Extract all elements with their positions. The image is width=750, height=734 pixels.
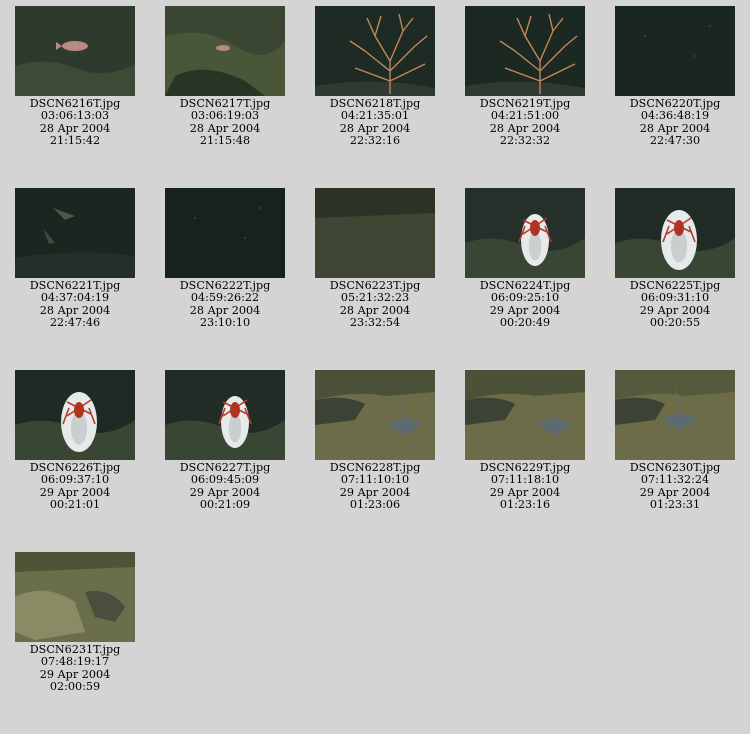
- thumbnail-image[interactable]: [15, 188, 135, 278]
- gallery-item: DSCN6227T.jpg 06:09:45:09 29 Apr 2004 00:21…: [155, 370, 295, 512]
- clock-time-label: 23:32:54: [349, 316, 401, 330]
- thumbnail-caption: DSCN6222T.jpg 04:59:26:22 28 Apr 2004 23:10…: [155, 279, 295, 330]
- thumbnail-image[interactable]: [615, 188, 735, 278]
- thumbnail-image[interactable]: [15, 552, 135, 642]
- clock-time-label: 22:47:46: [49, 316, 101, 330]
- elapsed-time-label: 06:09:45:09: [190, 473, 260, 487]
- gallery-item: DSCN6229T.jpg 07:11:18:10 29 Apr 2004 01:23…: [455, 370, 595, 512]
- elapsed-time-label: 06:09:37:10: [40, 473, 110, 487]
- thumbnail-image[interactable]: [615, 370, 735, 460]
- thumbnail-caption: DSCN6230T.jpg 07:11:32:24 29 Apr 2004 01:23…: [605, 461, 745, 512]
- thumbnail-caption: DSCN6219T.jpg 04:21:51:00 28 Apr 2004 22:32…: [455, 97, 595, 148]
- gallery-item: DSCN6222T.jpg 04:59:26:22 28 Apr 2004 23:10…: [155, 188, 295, 330]
- gallery-item: DSCN6231T.jpg 07:48:19:17 29 Apr 2004 02:00…: [5, 552, 145, 694]
- elapsed-time-label: 04:36:48:19: [640, 109, 710, 123]
- gallery-item: DSCN6216T.jpg 03:06:13:03 28 Apr 2004 21:15…: [5, 6, 145, 148]
- clock-time-label: 00:21:09: [199, 498, 251, 512]
- clock-time-label: 22:47:30: [649, 134, 701, 148]
- thumbnail-image[interactable]: [315, 6, 435, 96]
- clock-time-label: 21:15:42: [49, 134, 101, 148]
- elapsed-time-label: 03:06:19:03: [190, 109, 260, 123]
- thumbnail-caption: DSCN6221T.jpg 04:37:04:19 28 Apr 2004 22:47…: [5, 279, 145, 330]
- thumbnail-image[interactable]: [15, 6, 135, 96]
- gallery-item: DSCN6218T.jpg 04:21:35:01 28 Apr 2004 22:32…: [305, 6, 445, 148]
- clock-time-label: 22:32:32: [499, 134, 551, 148]
- clock-time-label: 00:20:55: [649, 316, 701, 330]
- gallery-item: DSCN6230T.jpg 07:11:32:24 29 Apr 2004 01:23…: [605, 370, 745, 512]
- thumbnail-caption: DSCN6223T.jpg 05:21:32:23 28 Apr 2004 23:32…: [305, 279, 445, 330]
- thumbnail-caption: DSCN6226T.jpg 06:09:37:10 29 Apr 2004 00:21…: [5, 461, 145, 512]
- thumbnail-caption: DSCN6218T.jpg 04:21:35:01 28 Apr 2004 22:32…: [305, 97, 445, 148]
- thumbnail-image[interactable]: [165, 6, 285, 96]
- clock-time-label: 21:15:48: [199, 134, 251, 148]
- gallery-item: DSCN6225T.jpg 06:09:31:10 29 Apr 2004 00:20…: [605, 188, 745, 330]
- elapsed-time-label: 04:37:04:19: [40, 291, 110, 305]
- thumbnail-caption: DSCN6225T.jpg 06:09:31:10 29 Apr 2004 00:20…: [605, 279, 745, 330]
- thumbnail-caption: DSCN6229T.jpg 07:11:18:10 29 Apr 2004 01:23…: [455, 461, 595, 512]
- thumbnail-caption: DSCN6220T.jpg 04:36:48:19 28 Apr 2004 22:47…: [605, 97, 745, 148]
- thumbnail-image[interactable]: [615, 6, 735, 96]
- elapsed-time-label: 04:21:35:01: [340, 109, 410, 123]
- clock-time-label: 23:10:10: [199, 316, 251, 330]
- elapsed-time-label: 07:11:10:10: [340, 473, 410, 487]
- clock-time-label: 01:23:06: [349, 498, 401, 512]
- gallery-item: DSCN6221T.jpg 04:37:04:19 28 Apr 2004 22:47…: [5, 188, 145, 330]
- gallery-item: DSCN6220T.jpg 04:36:48:19 28 Apr 2004 22:47…: [605, 6, 745, 148]
- gallery-item: DSCN6228T.jpg 07:11:10:10 29 Apr 2004 01:23…: [305, 370, 445, 512]
- thumbnail-image[interactable]: [465, 370, 585, 460]
- elapsed-time-label: 05:21:32:23: [340, 291, 410, 305]
- gallery-item: DSCN6223T.jpg 05:21:32:23 28 Apr 2004 23:32…: [305, 188, 445, 330]
- elapsed-time-label: 04:21:51:00: [490, 109, 560, 123]
- thumbnail-image[interactable]: [165, 188, 285, 278]
- elapsed-time-label: 06:09:31:10: [640, 291, 710, 305]
- clock-time-label: 01:23:16: [499, 498, 551, 512]
- thumbnail-image[interactable]: [165, 370, 285, 460]
- elapsed-time-label: 07:11:32:24: [640, 473, 710, 487]
- elapsed-time-label: 03:06:13:03: [40, 109, 110, 123]
- gallery-item: DSCN6226T.jpg 06:09:37:10 29 Apr 2004 00:21…: [5, 370, 145, 512]
- thumbnail-caption: DSCN6228T.jpg 07:11:10:10 29 Apr 2004 01:23…: [305, 461, 445, 512]
- elapsed-time-label: 06:09:25:10: [490, 291, 560, 305]
- thumbnail-caption: DSCN6231T.jpg 07:48:19:17 29 Apr 2004 02:00…: [5, 643, 145, 694]
- gallery-item: DSCN6224T.jpg 06:09:25:10 29 Apr 2004 00:20…: [455, 188, 595, 330]
- thumbnail-caption: DSCN6216T.jpg 03:06:13:03 28 Apr 2004 21:15…: [5, 97, 145, 148]
- thumbnail-image[interactable]: [465, 188, 585, 278]
- elapsed-time-label: 04:59:26:22: [190, 291, 260, 305]
- clock-time-label: 02:00:59: [49, 680, 101, 694]
- thumbnail-image[interactable]: [315, 188, 435, 278]
- clock-time-label: 00:20:49: [499, 316, 551, 330]
- clock-time-label: 22:32:16: [349, 134, 401, 148]
- thumbnail-caption: DSCN6227T.jpg 06:09:45:09 29 Apr 2004 00:21…: [155, 461, 295, 512]
- gallery-item: DSCN6217T.jpg 03:06:19:03 28 Apr 2004 21:15…: [155, 6, 295, 148]
- thumbnail-image[interactable]: [315, 370, 435, 460]
- thumbnail-caption: DSCN6224T.jpg 06:09:25:10 29 Apr 2004 00:20…: [455, 279, 595, 330]
- thumbnail-image[interactable]: [15, 370, 135, 460]
- thumbnail-caption: DSCN6217T.jpg 03:06:19:03 28 Apr 2004 21:15…: [155, 97, 295, 148]
- elapsed-time-label: 07:48:19:17: [40, 655, 110, 669]
- elapsed-time-label: 07:11:18:10: [490, 473, 560, 487]
- clock-time-label: 01:23:31: [649, 498, 701, 512]
- gallery-item: DSCN6219T.jpg 04:21:51:00 28 Apr 2004 22:32…: [455, 6, 595, 148]
- thumbnail-image[interactable]: [465, 6, 585, 96]
- clock-time-label: 00:21:01: [49, 498, 101, 512]
